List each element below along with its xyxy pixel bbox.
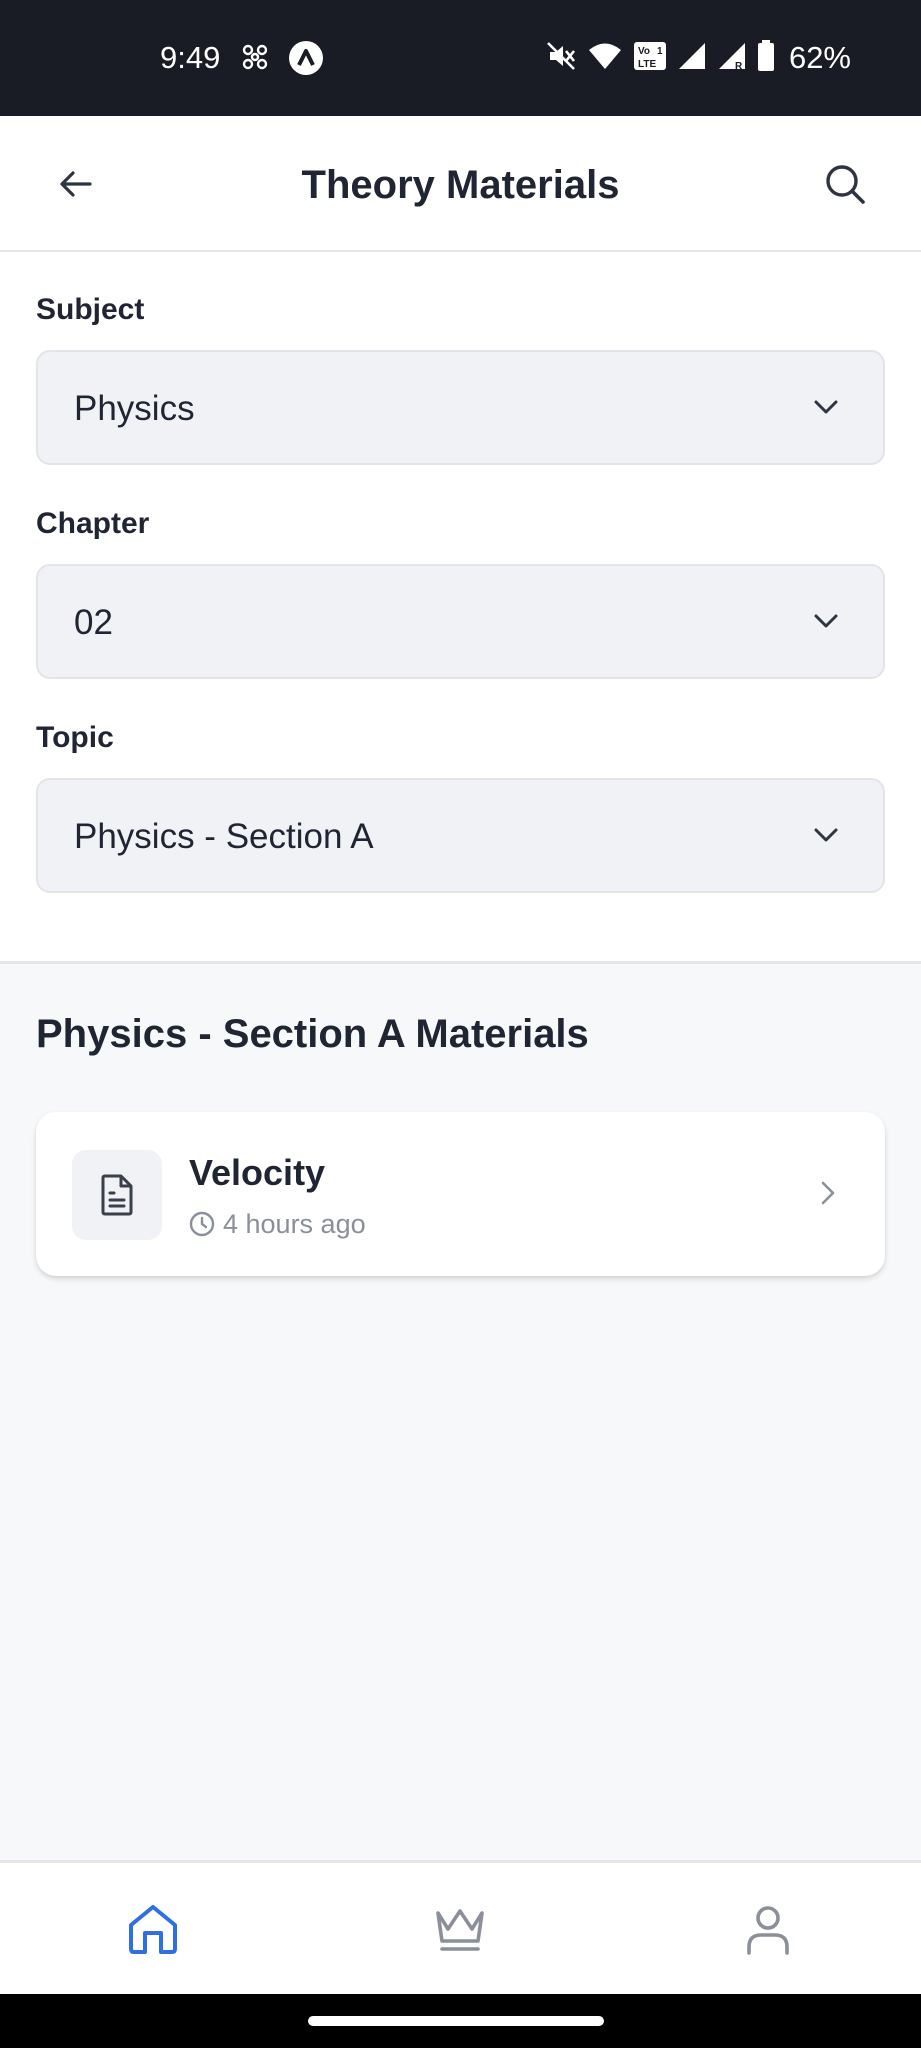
nav-home[interactable]: [123, 1899, 183, 1959]
svg-text:1: 1: [657, 46, 663, 57]
filters-panel: Subject Physics Chapter 02 Topic Physics…: [0, 252, 921, 964]
material-title: Velocity: [189, 1152, 326, 1193]
page-title: Theory Materials: [301, 163, 620, 207]
crown-icon: [436, 1909, 484, 1951]
document-icon: [72, 1150, 162, 1240]
topic-value: Physics - Section A: [74, 817, 374, 856]
chevron-down-icon: [814, 400, 838, 414]
mute-icon: [545, 40, 577, 77]
app-a-icon: [288, 40, 324, 81]
bottom-nav: [0, 1860, 921, 1994]
volte-icon: Vo LTE 1: [633, 41, 667, 76]
material-time: 4 hours ago: [223, 1209, 366, 1239]
chevron-right-icon: [821, 1181, 835, 1205]
status-bar: 9:49 Vo LTE 1 R 62%: [0, 0, 921, 116]
chevron-down-icon: [814, 828, 838, 842]
chapter-select[interactable]: 02: [36, 564, 885, 679]
home-icon: [129, 1905, 177, 1954]
svg-text:R: R: [735, 61, 743, 71]
app-bar: Theory Materials: [0, 116, 921, 252]
svg-text:Vo: Vo: [638, 46, 650, 57]
user-icon: [747, 1906, 789, 1955]
material-meta: 4 hours ago: [189, 1208, 366, 1240]
subject-value: Physics: [74, 389, 195, 428]
svg-text:LTE: LTE: [638, 59, 656, 70]
clock-icon: [189, 1211, 215, 1237]
wifi-icon: [587, 41, 623, 76]
subject-label: Subject: [36, 293, 145, 326]
chapter-label: Chapter: [36, 507, 150, 540]
signal-roaming-icon: R: [717, 41, 747, 76]
material-card[interactable]: Velocity 4 hours ago: [36, 1112, 885, 1276]
search-icon: [826, 165, 865, 204]
materials-section: Physics - Section A Materials Velocity 4…: [0, 964, 921, 1860]
battery-percent: 62%: [788, 40, 851, 75]
chevron-down-icon: [814, 614, 838, 628]
nav-profile[interactable]: [738, 1899, 798, 1959]
topic-select[interactable]: Physics - Section A: [36, 778, 885, 893]
home-indicator[interactable]: [308, 2016, 604, 2026]
gesture-bar: [0, 1994, 921, 2048]
battery-icon: [757, 39, 775, 77]
signal-icon: [677, 41, 707, 76]
status-icons: Vo LTE 1 R 62%: [545, 38, 851, 78]
subject-select[interactable]: Physics: [36, 350, 885, 465]
materials-heading: Physics - Section A Materials: [36, 1012, 589, 1056]
nav-premium[interactable]: [430, 1899, 490, 1959]
fan-icon: [240, 42, 270, 77]
search-button[interactable]: [819, 158, 871, 210]
topic-label: Topic: [36, 721, 114, 754]
chapter-value: 02: [74, 603, 113, 642]
status-time: 9:49: [160, 40, 221, 75]
